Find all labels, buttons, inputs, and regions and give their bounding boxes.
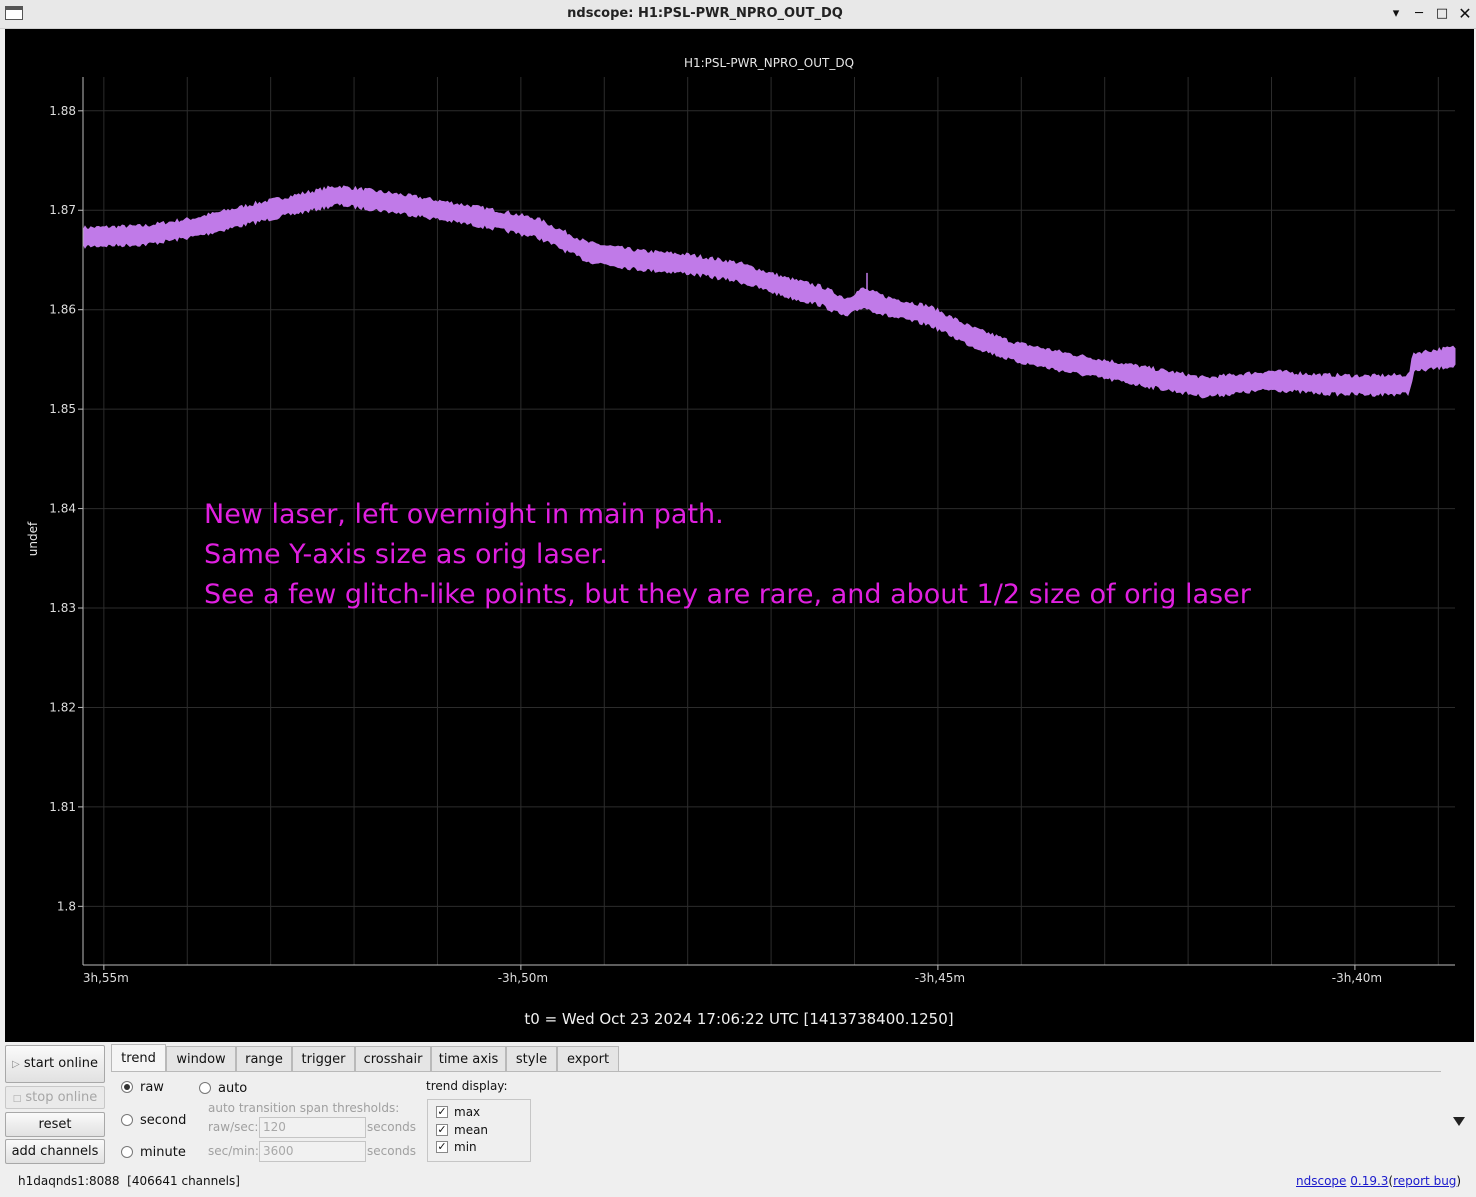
auto-radio[interactable] bbox=[199, 1082, 211, 1094]
channel-count: [406641 channels] bbox=[127, 1174, 240, 1188]
y-tick-label: 1.83 bbox=[49, 601, 76, 615]
close-icon[interactable]: ✕ bbox=[1455, 4, 1475, 24]
tab-divider bbox=[111, 1071, 1441, 1072]
status-version: ndscope 0.19.3(report bug) bbox=[1296, 1174, 1461, 1188]
mean-checkbox[interactable]: ✓ bbox=[436, 1124, 448, 1136]
second-label: second bbox=[140, 1113, 187, 1128]
maximize-icon[interactable]: □ bbox=[1432, 4, 1452, 24]
annotation-line-1: New laser, left overnight in main path. bbox=[204, 499, 724, 530]
window-titlebar[interactable]: ndscope: H1:PSL-PWR_NPRO_OUT_DQ ▾ ─ □ ✕ bbox=[0, 0, 1476, 29]
max-label: max bbox=[454, 1105, 481, 1119]
sec-min-unit: seconds bbox=[367, 1144, 417, 1158]
tab-range[interactable]: range bbox=[236, 1046, 292, 1071]
plot-canvas[interactable]: 1.8 1.81 1.82 1.83 1.84 1.85 1.86 1.87 1.88 3h,55… bbox=[5, 29, 1474, 1042]
annotation-text: New laser, left overnight in main path. … bbox=[204, 499, 1252, 610]
raw-sec-label: raw/sec: bbox=[208, 1120, 259, 1134]
server-address: h1daqnds1:8088 bbox=[18, 1174, 120, 1188]
y-tick-label: 1.81 bbox=[49, 800, 76, 814]
mean-label: mean bbox=[454, 1123, 489, 1137]
sec-min-input[interactable]: 3600 bbox=[259, 1141, 366, 1162]
x-tick-label: -3h,40m bbox=[1332, 971, 1382, 985]
triangle-down-icon[interactable] bbox=[1453, 1117, 1465, 1126]
y-tick-label: 1.85 bbox=[49, 402, 76, 416]
minimize-icon[interactable]: ─ bbox=[1409, 4, 1429, 24]
status-server: h1daqnds1:8088 [406641 channels] bbox=[18, 1174, 240, 1188]
paren-close: ) bbox=[1456, 1174, 1462, 1188]
x-tick-label: 3h,55m bbox=[83, 971, 129, 985]
trend-display-label: trend display: bbox=[426, 1079, 508, 1093]
start-online-button[interactable]: ▷ start online bbox=[5, 1045, 105, 1083]
y-tick-label: 1.87 bbox=[49, 203, 76, 217]
t0-label: t0 = Wed Oct 23 2024 17:06:22 UTC [14137… bbox=[524, 1010, 953, 1028]
add-channels-button[interactable]: add channels bbox=[5, 1139, 105, 1164]
tab-trigger[interactable]: trigger bbox=[292, 1046, 355, 1071]
y-tick-label: 1.8 bbox=[57, 899, 76, 913]
second-radio[interactable] bbox=[121, 1114, 133, 1126]
tab-trend[interactable]: trend bbox=[111, 1044, 166, 1071]
stop-online-button[interactable]: □ stop online bbox=[5, 1086, 105, 1109]
channel-title: H1:PSL-PWR_NPRO_OUT_DQ bbox=[684, 56, 854, 70]
tab-time-axis[interactable]: time axis bbox=[431, 1046, 506, 1071]
play-icon: ▷ bbox=[12, 1059, 20, 1070]
raw-label: raw bbox=[140, 1080, 164, 1095]
tab-crosshair[interactable]: crosshair bbox=[355, 1046, 431, 1071]
raw-radio[interactable] bbox=[121, 1081, 133, 1093]
sec-min-label: sec/min: bbox=[208, 1144, 259, 1158]
minute-radio[interactable] bbox=[121, 1146, 133, 1158]
y-tick-label: 1.88 bbox=[49, 104, 76, 118]
raw-sec-input[interactable]: 120 bbox=[259, 1117, 366, 1138]
minute-label: minute bbox=[140, 1145, 186, 1160]
report-bug-link[interactable]: report bug bbox=[1393, 1174, 1456, 1188]
min-checkbox[interactable]: ✓ bbox=[436, 1141, 448, 1153]
tab-export[interactable]: export bbox=[557, 1046, 619, 1071]
y-tick-label: 1.82 bbox=[49, 700, 76, 714]
help-icon[interactable]: ▾ bbox=[1386, 4, 1406, 24]
max-checkbox[interactable]: ✓ bbox=[436, 1106, 448, 1118]
version-link[interactable]: 0.19.3 bbox=[1350, 1174, 1388, 1188]
y-tick-label: 1.84 bbox=[49, 502, 76, 516]
window-title: ndscope: H1:PSL-PWR_NPRO_OUT_DQ bbox=[567, 6, 843, 21]
x-tick-label: -3h,50m bbox=[498, 971, 548, 985]
min-label: min bbox=[454, 1140, 477, 1154]
plot-area[interactable]: 1.8 1.81 1.82 1.83 1.84 1.85 1.86 1.87 1.88 3h,55… bbox=[5, 29, 1474, 1042]
auto-label: auto bbox=[218, 1081, 248, 1096]
y-tick-label: 1.86 bbox=[49, 303, 76, 317]
reset-button[interactable]: reset bbox=[5, 1112, 105, 1137]
annotation-line-3: See a few glitch-like points, but they a… bbox=[204, 579, 1252, 610]
stop-icon: □ bbox=[12, 1094, 22, 1104]
trace-band bbox=[82, 185, 1456, 399]
app-name-link[interactable]: ndscope bbox=[1296, 1174, 1346, 1188]
y-axis-label: undef bbox=[26, 521, 40, 556]
tab-style[interactable]: style bbox=[506, 1046, 557, 1071]
auto-transition-label: auto transition span thresholds: bbox=[208, 1101, 400, 1115]
raw-sec-unit: seconds bbox=[367, 1120, 417, 1134]
annotation-line-2: Same Y-axis size as orig laser. bbox=[204, 539, 608, 570]
tab-window[interactable]: window bbox=[166, 1046, 236, 1071]
x-tick-label: -3h,45m bbox=[915, 971, 965, 985]
trace-group bbox=[82, 185, 1456, 399]
